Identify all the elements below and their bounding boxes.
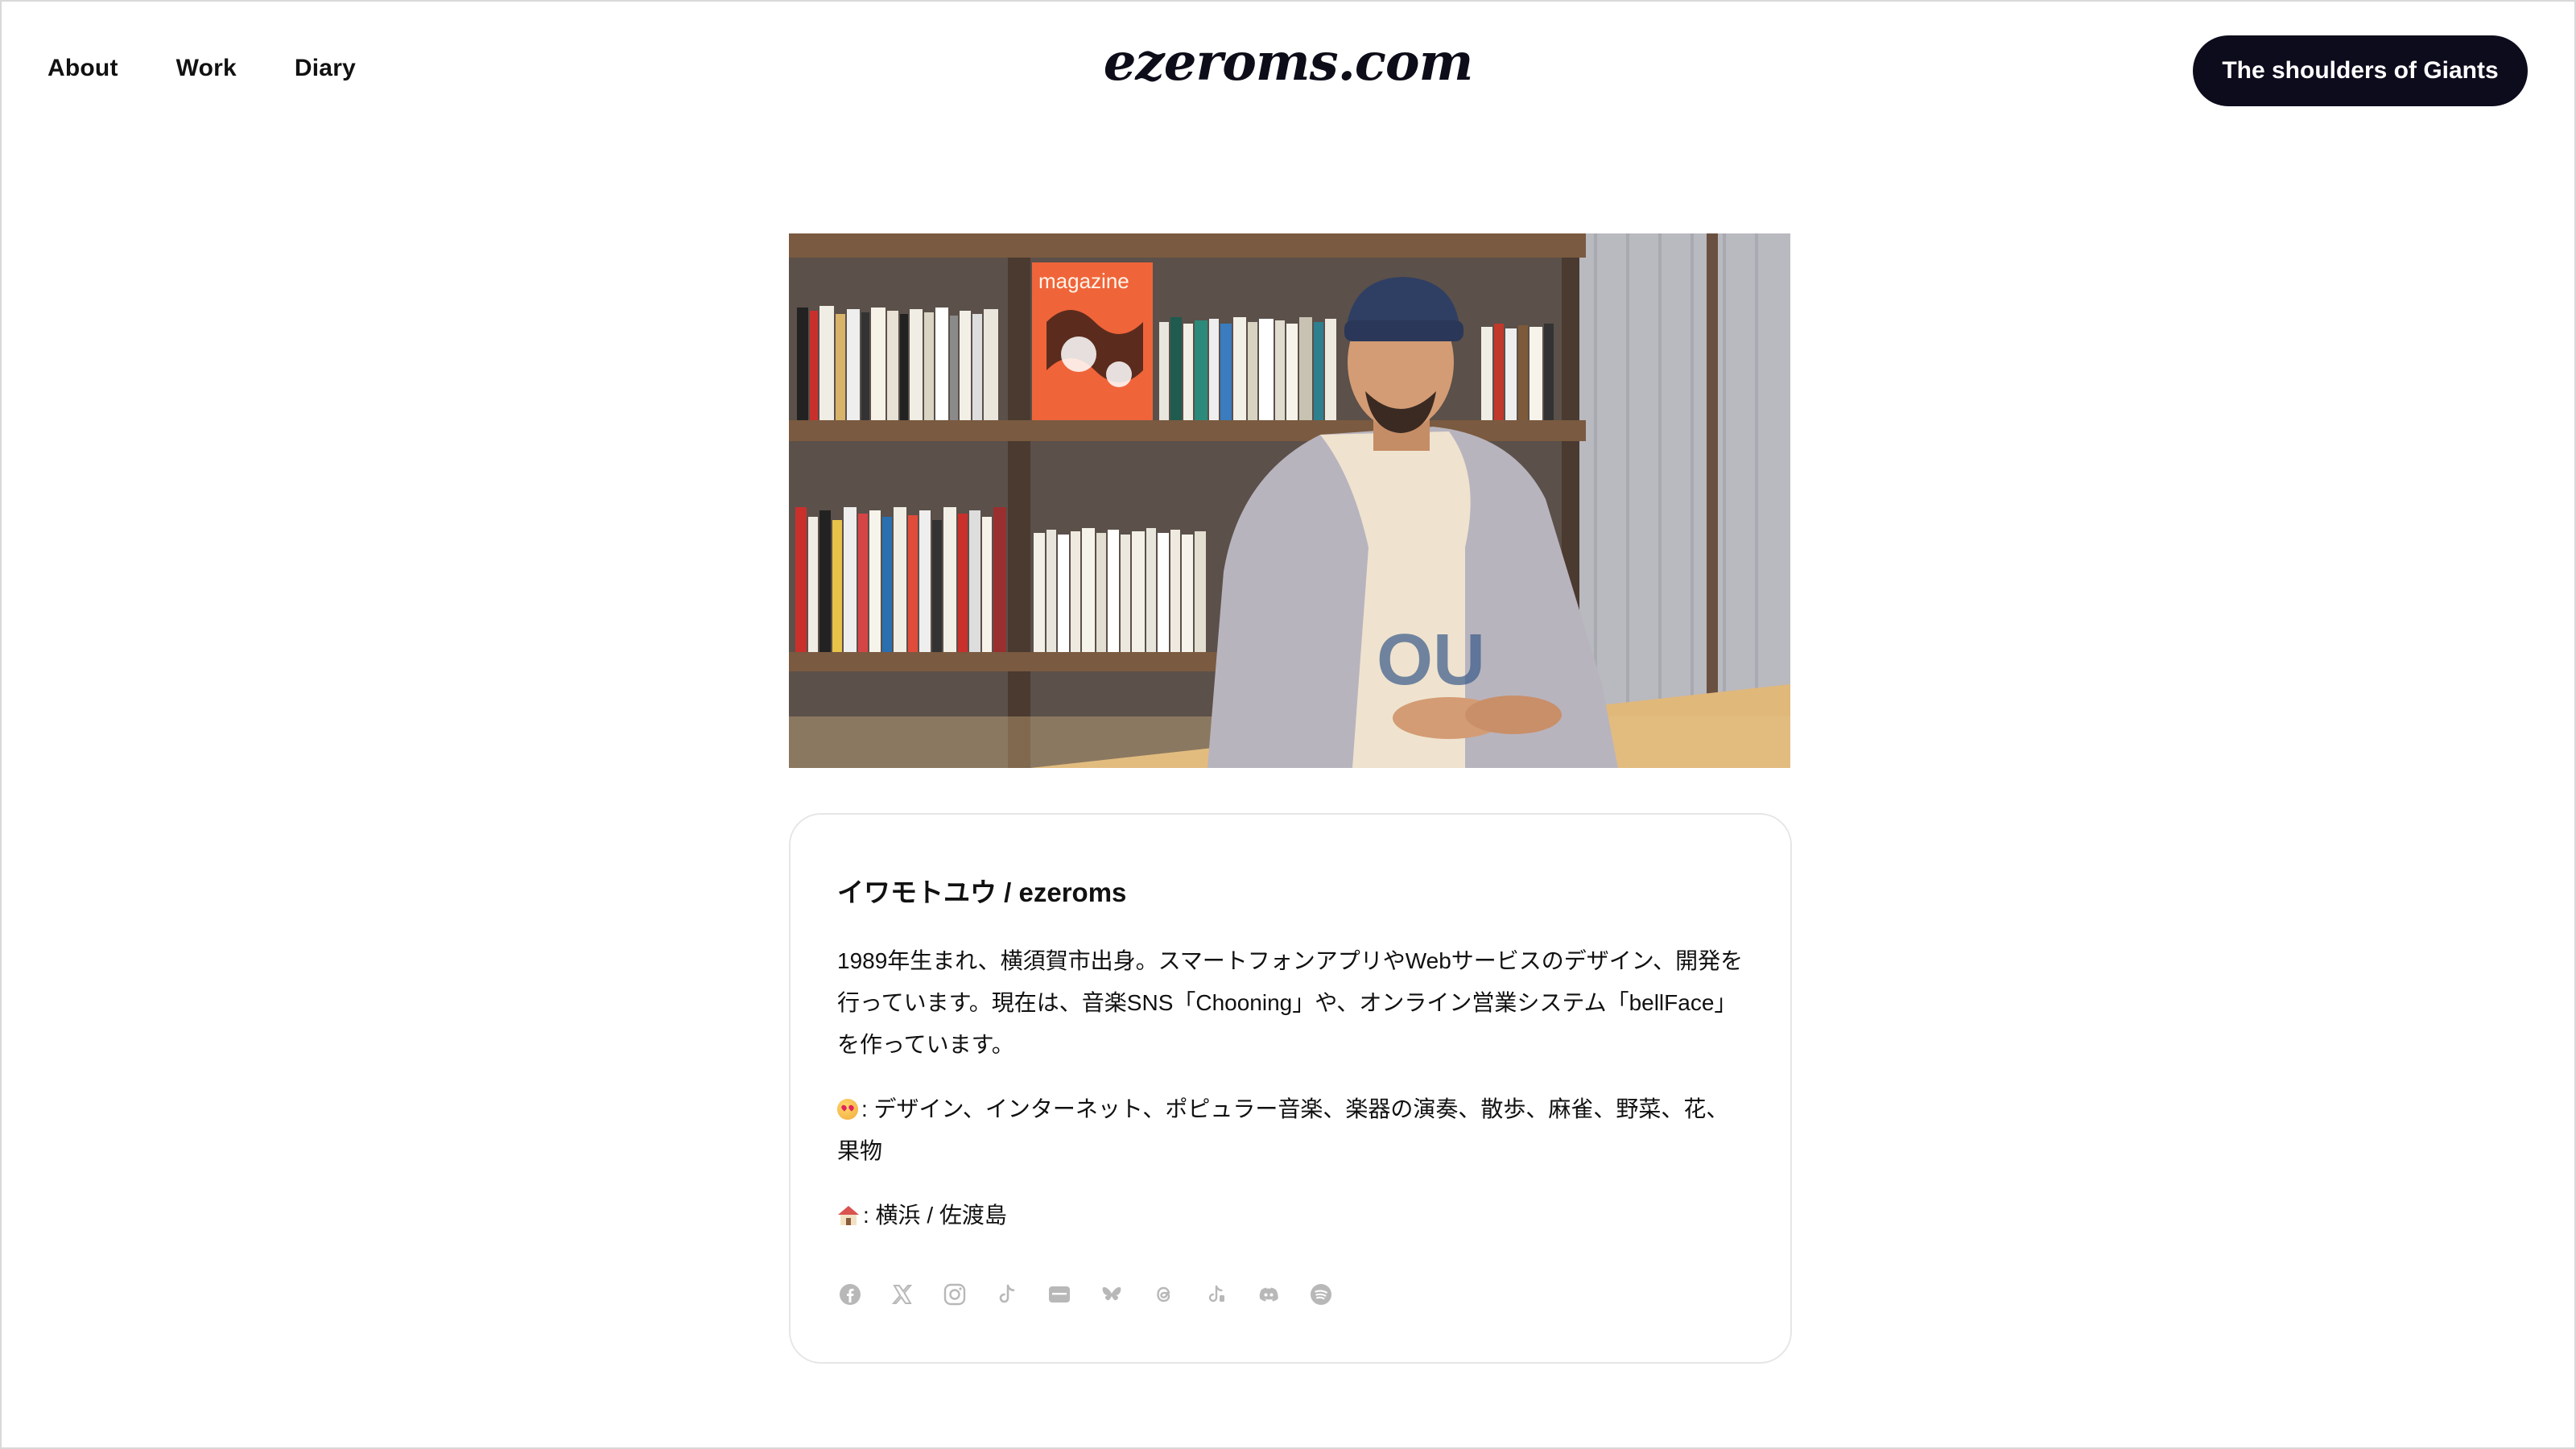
tiktok-alt-icon[interactable]	[1203, 1282, 1229, 1307]
magazine-title: magazine	[1038, 269, 1129, 293]
facebook-icon[interactable]	[837, 1282, 863, 1307]
hero-photo: magazine OU	[789, 233, 1790, 768]
site-logo[interactable]: ezeroms.com	[2, 32, 2574, 93]
threads-icon[interactable]	[1151, 1282, 1177, 1307]
bluesky-icon[interactable]	[1099, 1282, 1125, 1307]
profile-bio: 1989年生まれ、横須賀市出身。スマートフォンアプリやWebサービスのデザイン、…	[837, 948, 1744, 1057]
profile-card: イワモトユウ / ezeroms 1989年生まれ、横須賀市出身。スマートフォン…	[789, 813, 1792, 1364]
discord-icon[interactable]	[1256, 1282, 1282, 1307]
profile-name: イワモトユウ / ezeroms	[837, 877, 1127, 907]
profile-home-text: : 横浜 / 佐渡島	[863, 1203, 1007, 1228]
instagram-icon[interactable]	[942, 1282, 968, 1307]
page-frame: About Work Diary ezeroms.com The shoulde…	[0, 0, 2576, 1449]
social-links	[837, 1282, 1334, 1307]
heart-eyes-emoji-icon	[837, 1099, 858, 1120]
magazine-cover: magazine	[1032, 262, 1153, 420]
profile-likes: : デザイン、インターネット、ポピュラー音楽、楽器の演奏、散歩、麻雀、野菜、花、…	[837, 1088, 1747, 1172]
tiktok-icon[interactable]	[994, 1282, 1020, 1307]
note-icon[interactable]	[1046, 1282, 1072, 1307]
shoulders-of-giants-button[interactable]: The shoulders of Giants	[2193, 35, 2528, 106]
spotify-icon[interactable]	[1308, 1282, 1334, 1307]
x-icon[interactable]	[890, 1282, 915, 1307]
svg-text:OU: OU	[1377, 620, 1485, 700]
portrait-image: magazine OU	[789, 233, 1790, 768]
profile-likes-text: : デザイン、インターネット、ポピュラー音楽、楽器の演奏、散歩、麻雀、野菜、花、…	[837, 1096, 1729, 1163]
house-emoji-icon	[838, 1206, 859, 1225]
profile-home: : 横浜 / 佐渡島	[837, 1195, 1747, 1236]
